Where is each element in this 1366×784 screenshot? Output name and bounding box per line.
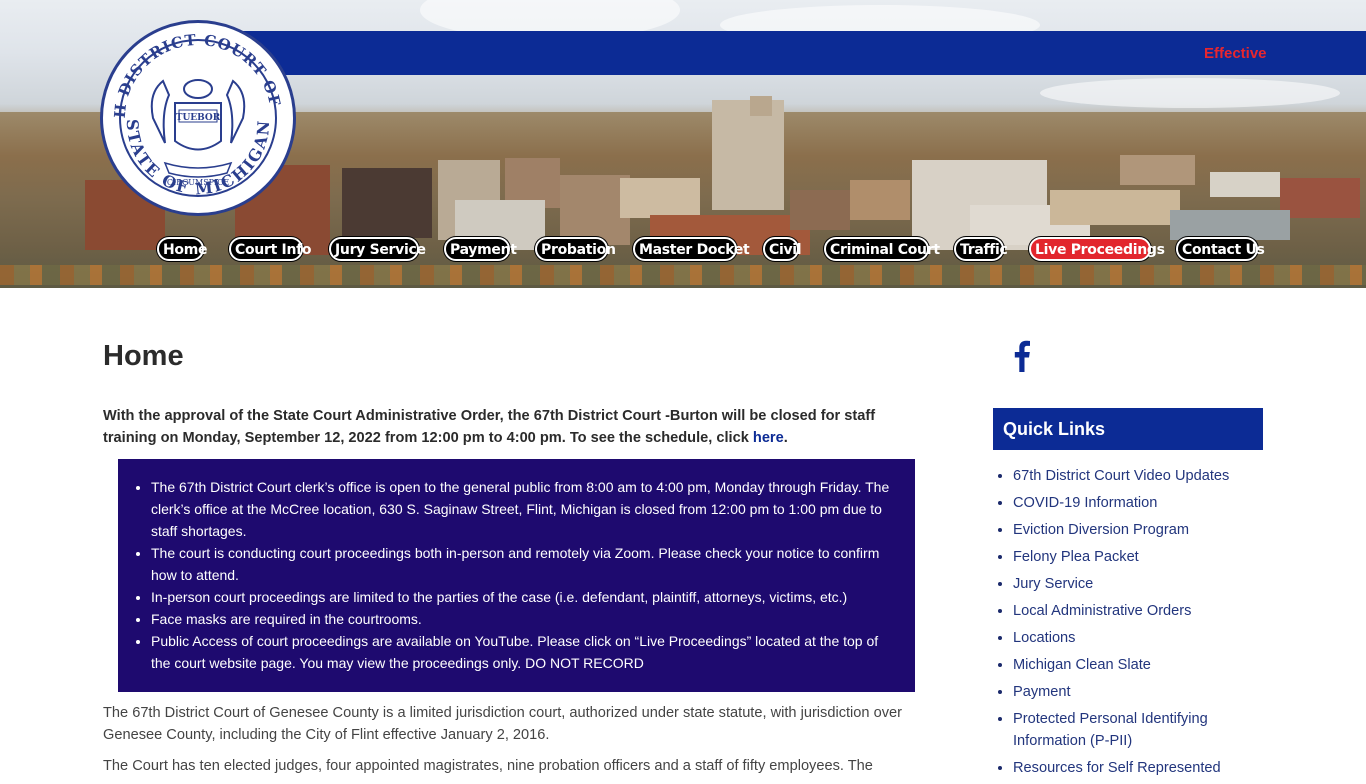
notice-bullet: The court is conducting court proceeding…	[151, 542, 901, 586]
page-title: Home	[103, 340, 184, 372]
nav-criminal-court[interactable]: Criminal Court	[824, 237, 940, 261]
nav-master-docket[interactable]: Master Docket	[633, 237, 750, 261]
tree-line	[0, 265, 1366, 285]
seal-top-text: 67TH DISTRICT COURT OF THE	[103, 23, 284, 119]
quick-link-label[interactable]: Resources for Self Represented	[1013, 760, 1221, 776]
quick-link-label[interactable]: Payment	[1013, 684, 1071, 700]
notice-bullet: The 67th District Court clerk’s office i…	[151, 476, 901, 542]
quick-link-label[interactable]: Local Administrative Orders	[1013, 603, 1191, 619]
seal-ribbon-text: CIRCUMSPICE	[167, 178, 230, 187]
quick-link-item[interactable]: Eviction Diversion Program	[1013, 519, 1253, 541]
quick-link-item[interactable]: 67th District Court Video Updates	[1013, 465, 1253, 487]
nav-home[interactable]: Home	[157, 237, 208, 261]
quick-link-item[interactable]: Resources for Self Represented	[1013, 757, 1253, 779]
announcement-bar	[195, 31, 1366, 75]
building-tower-top	[750, 96, 772, 116]
nav-jury-service[interactable]: Jury Service	[329, 237, 426, 261]
building	[342, 168, 432, 238]
quick-link-item[interactable]: COVID-19 Information	[1013, 492, 1253, 514]
quick-links-list: 67th District Court Video Updates COVID-…	[1013, 465, 1253, 784]
quick-link-item[interactable]: Protected Personal Identifying Informati…	[1013, 708, 1253, 752]
quick-links-header: Quick Links	[993, 408, 1263, 450]
nav-payment[interactable]: Payment	[444, 237, 517, 261]
cloud	[1040, 78, 1340, 108]
quick-link-item[interactable]: Locations	[1013, 627, 1253, 649]
quick-link-label[interactable]: Locations	[1013, 630, 1075, 646]
building	[790, 190, 850, 230]
notice-bullet: Public Access of court proceedings are a…	[151, 630, 901, 674]
nav-court-info[interactable]: Court Info	[229, 237, 312, 261]
svg-text:67TH DISTRICT COURT OF THE: 67TH DISTRICT COURT OF THE	[103, 23, 285, 119]
court-staff-paragraph: The Court has ten elected judges, four a…	[103, 758, 873, 774]
facebook-icon[interactable]	[1013, 340, 1031, 372]
quick-link-label[interactable]: 67th District Court Video Updates	[1013, 468, 1229, 484]
building	[850, 180, 910, 220]
announcement-ticker[interactable]: Effective	[1204, 45, 1267, 62]
covid-notice-box: The 67th District Court clerk’s office i…	[118, 459, 915, 692]
quick-link-item[interactable]: Payment	[1013, 681, 1253, 703]
nav-live-proceedings[interactable]: Live Proceedings	[1029, 237, 1165, 261]
parking-lot	[1170, 210, 1290, 240]
quick-link-item[interactable]: Michigan Clean Slate	[1013, 654, 1253, 676]
notice-bullet: Face masks are required in the courtroom…	[151, 608, 901, 630]
nav-traffic[interactable]: Traffic	[954, 237, 1008, 261]
nav-probation[interactable]: Probation	[535, 237, 616, 261]
seal-motto: TUEBOR	[176, 113, 221, 123]
court-description-paragraph: The 67th District Court of Genesee Count…	[103, 705, 902, 743]
notice-bullet: In-person court proceedings are limited …	[151, 586, 901, 608]
building	[620, 178, 700, 218]
quick-link-label[interactable]: COVID-19 Information	[1013, 495, 1157, 511]
nav-contact-us[interactable]: Contact Us	[1176, 237, 1265, 261]
notice-bullets: The 67th District Court clerk’s office i…	[151, 476, 901, 674]
quick-link-label[interactable]: Protected Personal Identifying Informati…	[1013, 711, 1208, 749]
quick-link-label[interactable]: Felony Plea Packet	[1013, 549, 1139, 565]
site-header: Effective 67TH DISTRICT COURT OF THE STA…	[0, 0, 1366, 288]
nav-civil[interactable]: Civil	[763, 237, 802, 261]
quick-link-label[interactable]: Jury Service	[1013, 576, 1093, 592]
schedule-link[interactable]: here	[753, 430, 784, 446]
building	[1210, 172, 1280, 197]
quick-link-label[interactable]: Michigan Clean Slate	[1013, 657, 1151, 673]
quick-link-label[interactable]: Eviction Diversion Program	[1013, 522, 1189, 538]
closure-notice: With the approval of the State Court Adm…	[103, 405, 918, 449]
quick-link-item[interactable]: Jury Service	[1013, 573, 1253, 595]
quick-link-item[interactable]: Felony Plea Packet	[1013, 546, 1253, 568]
main-content: Home With the approval of the State Cour…	[103, 340, 918, 774]
notice-period: .	[783, 430, 788, 446]
seal-emblem-icon: 67TH DISTRICT COURT OF THE STATE OF MICH…	[103, 23, 285, 199]
building	[1050, 190, 1180, 225]
building	[1120, 155, 1195, 185]
building	[1280, 178, 1360, 218]
quick-link-item[interactable]: Local Administrative Orders	[1013, 600, 1253, 622]
building-tower	[712, 100, 784, 210]
court-seal-logo[interactable]: 67TH DISTRICT COURT OF THE STATE OF MICH…	[100, 20, 296, 216]
